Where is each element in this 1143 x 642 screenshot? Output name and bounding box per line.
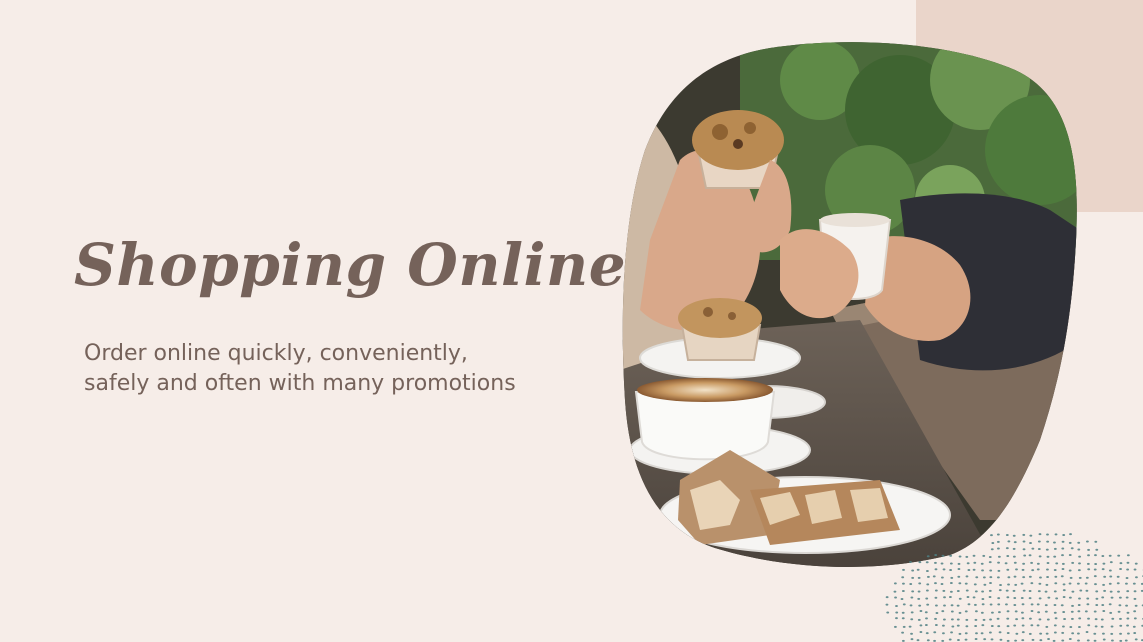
cafe-photo (622, 42, 1077, 567)
slide: Shopping Online Order online quickly, co… (0, 0, 1143, 642)
slide-title: Shopping Online (74, 231, 627, 299)
dot-pattern-decoration (885, 533, 1143, 642)
slide-subtitle: Order online quickly, conveniently, safe… (84, 341, 516, 396)
